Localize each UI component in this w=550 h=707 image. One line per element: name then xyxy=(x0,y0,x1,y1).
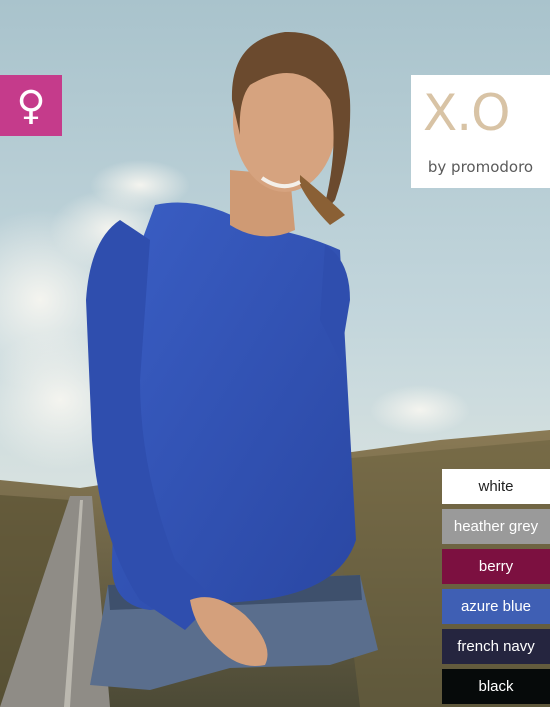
color-swatch-list: white heather grey berry azure blue french n… xyxy=(442,469,550,704)
color-swatch-label: black xyxy=(478,678,514,695)
female-symbol-icon: ♀ xyxy=(16,82,46,129)
product-page: ♀ X.O by promodoro white heather grey berr… xyxy=(0,0,550,707)
color-swatch-label: berry xyxy=(478,558,514,575)
color-swatch-heather-grey[interactable]: heather grey xyxy=(442,509,550,544)
color-swatch-label: white xyxy=(478,478,514,495)
color-swatch-white[interactable]: white xyxy=(442,469,550,504)
color-swatch-label: heather grey xyxy=(453,518,539,535)
color-swatch-black[interactable]: black xyxy=(442,669,550,704)
brand-byline: by promodoro xyxy=(427,158,534,176)
color-swatch-french-navy[interactable]: french navy xyxy=(442,629,550,664)
color-swatch-berry[interactable]: berry xyxy=(442,549,550,584)
color-swatch-azure-blue[interactable]: azure blue xyxy=(442,589,550,624)
brand-logo-box: X.O by promodoro xyxy=(411,75,550,188)
female-gender-badge: ♀ xyxy=(0,75,62,136)
color-swatch-label: azure blue xyxy=(460,598,532,615)
color-swatch-label: french navy xyxy=(457,638,535,655)
brand-logo: X.O xyxy=(423,84,512,142)
brand-mark: X.O xyxy=(423,84,511,142)
